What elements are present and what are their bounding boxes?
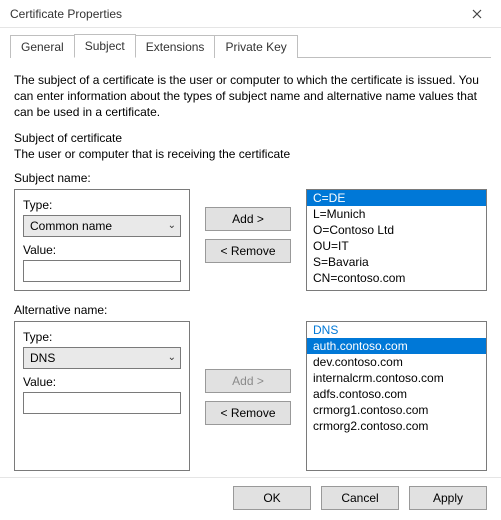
list-item[interactable]: L=Munich <box>307 206 486 222</box>
subject-name-label: Subject name: <box>14 171 487 185</box>
altname-list[interactable]: DNSauth.contoso.comdev.contoso.comintern… <box>306 321 487 471</box>
subject-subheading: The user or computer that is receiving t… <box>14 147 487 161</box>
close-icon <box>472 9 482 19</box>
list-item[interactable]: C=DE <box>307 190 486 206</box>
altname-panel: Type: DNS ⌄ Value: <box>14 321 190 471</box>
subject-type-label: Type: <box>23 198 181 212</box>
list-item[interactable]: S=Bavaria <box>307 254 486 270</box>
cancel-button[interactable]: Cancel <box>321 486 399 510</box>
list-item[interactable]: OU=IT <box>307 238 486 254</box>
ok-button[interactable]: OK <box>233 486 311 510</box>
tab-strip: General Subject Extensions Private Key <box>0 28 501 58</box>
altname-type-dropdown[interactable]: DNS ⌄ <box>23 347 181 369</box>
altname-value-input[interactable] <box>23 392 181 414</box>
altname-list-col: DNSauth.contoso.comdev.contoso.comintern… <box>306 321 487 471</box>
list-item[interactable]: crmorg1.contoso.com <box>307 402 486 418</box>
window: Certificate Properties General Subject E… <box>0 0 501 520</box>
dialog-footer: OK Cancel Apply <box>0 477 501 520</box>
subject-add-button[interactable]: Add > <box>205 207 291 231</box>
tab-extensions[interactable]: Extensions <box>135 35 216 58</box>
subject-panel: Type: Common name ⌄ Value: <box>14 189 190 291</box>
subject-type-dropdown[interactable]: Common name ⌄ <box>23 215 181 237</box>
subject-list[interactable]: C=DEL=MunichO=Contoso LtdOU=ITS=BavariaC… <box>306 189 487 291</box>
subject-remove-button[interactable]: < Remove <box>205 239 291 263</box>
list-item[interactable]: internalcrm.contoso.com <box>307 370 486 386</box>
subject-value-input[interactable] <box>23 260 181 282</box>
close-button[interactable] <box>457 2 497 26</box>
altname-row: Type: DNS ⌄ Value: Add > < Remove DNSaut… <box>14 321 487 471</box>
chevron-down-icon: ⌄ <box>168 220 176 231</box>
tab-general[interactable]: General <box>10 35 75 58</box>
tab-privatekey[interactable]: Private Key <box>214 35 297 58</box>
altname-add-button[interactable]: Add > <box>205 369 291 393</box>
altname-label: Alternative name: <box>14 303 487 317</box>
altname-buttons: Add > < Remove <box>198 321 298 471</box>
list-item[interactable]: crmorg2.contoso.com <box>307 418 486 434</box>
subject-name-row: Type: Common name ⌄ Value: Add > < Remov… <box>14 189 487 291</box>
altname-type-label: Type: <box>23 330 181 344</box>
list-item[interactable]: adfs.contoso.com <box>307 386 486 402</box>
description-text: The subject of a certificate is the user… <box>14 72 487 121</box>
list-item[interactable]: O=Contoso Ltd <box>307 222 486 238</box>
list-item[interactable]: CN=contoso.com <box>307 270 486 286</box>
chevron-down-icon: ⌄ <box>168 352 176 363</box>
subject-heading: Subject of certificate <box>14 131 487 145</box>
subject-type-value: Common name <box>30 219 112 233</box>
window-title: Certificate Properties <box>10 7 122 21</box>
tab-subject[interactable]: Subject <box>74 34 136 58</box>
altname-remove-button[interactable]: < Remove <box>205 401 291 425</box>
subject-value-label: Value: <box>23 243 181 257</box>
list-item[interactable]: dev.contoso.com <box>307 354 486 370</box>
altname-value-label: Value: <box>23 375 181 389</box>
list-item[interactable]: auth.contoso.com <box>307 338 486 354</box>
subject-list-col: C=DEL=MunichO=Contoso LtdOU=ITS=BavariaC… <box>306 189 487 291</box>
list-header: DNS <box>307 322 486 338</box>
apply-button[interactable]: Apply <box>409 486 487 510</box>
tab-content: The subject of a certificate is the user… <box>0 58 501 477</box>
subject-buttons: Add > < Remove <box>198 189 298 291</box>
altname-type-value: DNS <box>30 351 55 365</box>
titlebar: Certificate Properties <box>0 0 501 28</box>
